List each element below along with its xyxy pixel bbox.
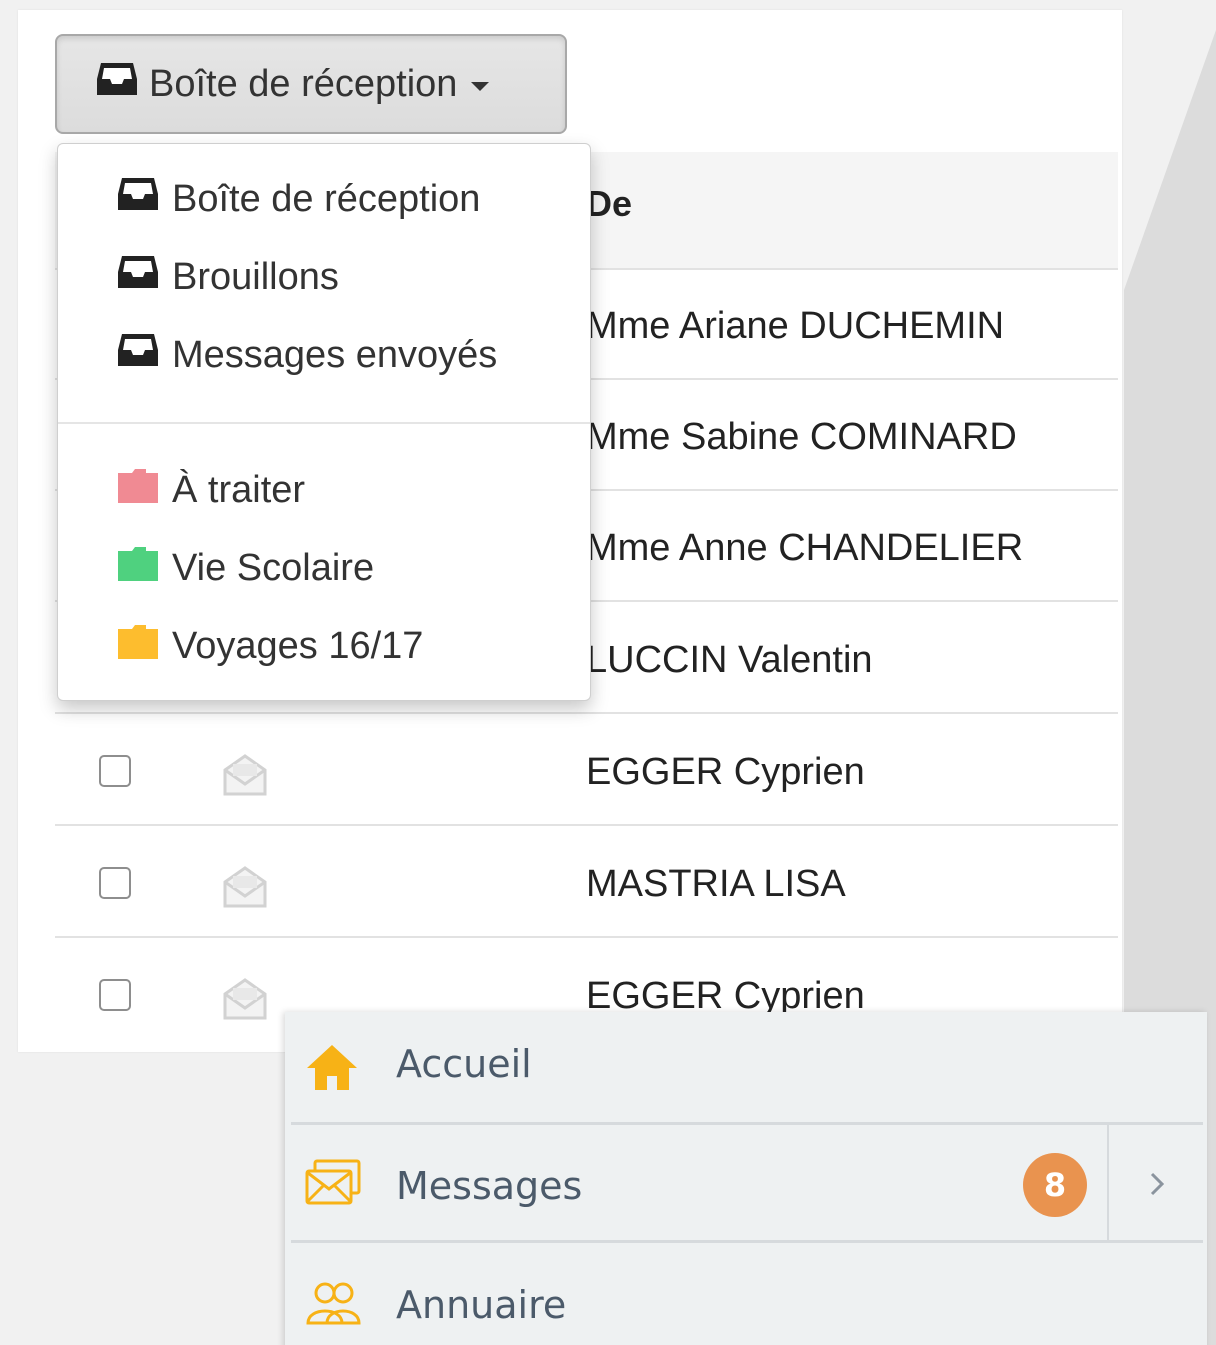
sender-name: MASTRIA LISA bbox=[586, 863, 846, 905]
table-row[interactable]: MASTRIA LISA bbox=[55, 828, 1118, 938]
screen: De Mme Ariane DUCHEMIN Mme Sabine COMINA… bbox=[0, 0, 1216, 1345]
menu-item-label: À traiter bbox=[172, 468, 306, 511]
inbox-icon bbox=[116, 174, 160, 224]
side-navigation: Accueil Messages 8 Annuaire bbox=[285, 1012, 1207, 1345]
table-row[interactable]: EGGER Cyprien bbox=[55, 716, 1118, 826]
menu-item-label: Boîte de réception bbox=[172, 177, 481, 220]
menu-item-folder-voyages[interactable]: Voyages 16/17 bbox=[116, 618, 423, 674]
folder-dropdown-button[interactable]: Boîte de réception bbox=[55, 34, 567, 134]
menu-item-inbox[interactable]: Boîte de réception bbox=[116, 171, 480, 227]
menu-item-label: Vie Scolaire bbox=[172, 546, 375, 589]
messages-icon bbox=[305, 1159, 361, 1210]
inbox-icon bbox=[116, 330, 160, 380]
chevron-right-icon bbox=[1150, 1172, 1165, 1195]
nav-item-accueil[interactable]: Accueil bbox=[291, 1012, 1203, 1122]
envelope-open-icon bbox=[220, 976, 270, 1027]
nav-item-messages[interactable]: Messages 8 bbox=[291, 1125, 1203, 1242]
sender-name: Mme Anne CHANDELIER bbox=[586, 527, 1024, 569]
inbox-icon bbox=[116, 252, 160, 302]
envelope-open-icon bbox=[220, 752, 270, 803]
menu-item-label: Messages envoyés bbox=[172, 333, 498, 376]
caret-down-icon bbox=[471, 81, 490, 91]
menu-item-sent[interactable]: Messages envoyés bbox=[116, 327, 497, 383]
sender-name: EGGER Cyprien bbox=[586, 751, 865, 793]
menu-divider bbox=[58, 422, 590, 424]
home-icon bbox=[305, 1042, 359, 1097]
contacts-icon bbox=[305, 1281, 361, 1330]
row-checkbox[interactable] bbox=[99, 867, 131, 899]
nav-item-label: Annuaire bbox=[396, 1283, 567, 1327]
menu-item-label: Brouillons bbox=[172, 255, 339, 298]
menu-item-drafts[interactable]: Brouillons bbox=[116, 249, 339, 305]
folder-icon bbox=[116, 621, 160, 671]
unread-count-badge: 8 bbox=[1023, 1153, 1087, 1217]
sender-name: LUCCIN Valentin bbox=[586, 639, 873, 681]
folder-icon bbox=[116, 465, 160, 515]
nav-item-annuaire[interactable]: Annuaire bbox=[291, 1243, 1203, 1345]
envelope-open-icon bbox=[220, 864, 270, 915]
row-checkbox[interactable] bbox=[99, 755, 131, 787]
expand-messages-button[interactable] bbox=[1107, 1125, 1205, 1242]
sender-name: Mme Ariane DUCHEMIN bbox=[586, 305, 1005, 347]
sender-name: Mme Sabine COMINARD bbox=[586, 416, 1017, 458]
inbox-icon bbox=[95, 59, 139, 109]
folder-dropdown-menu: Boîte de réception Brouillons Messages e… bbox=[57, 143, 591, 701]
menu-item-label: Voyages 16/17 bbox=[172, 624, 424, 667]
nav-item-label: Accueil bbox=[396, 1042, 532, 1086]
menu-item-folder-a-traiter[interactable]: À traiter bbox=[116, 462, 305, 518]
menu-item-folder-vie-scolaire[interactable]: Vie Scolaire bbox=[116, 540, 374, 596]
row-checkbox[interactable] bbox=[99, 979, 131, 1011]
nav-item-label: Messages bbox=[396, 1164, 583, 1208]
column-header-from[interactable]: De bbox=[586, 183, 632, 225]
folder-button-label: Boîte de réception bbox=[149, 62, 458, 105]
folder-icon bbox=[116, 543, 160, 593]
